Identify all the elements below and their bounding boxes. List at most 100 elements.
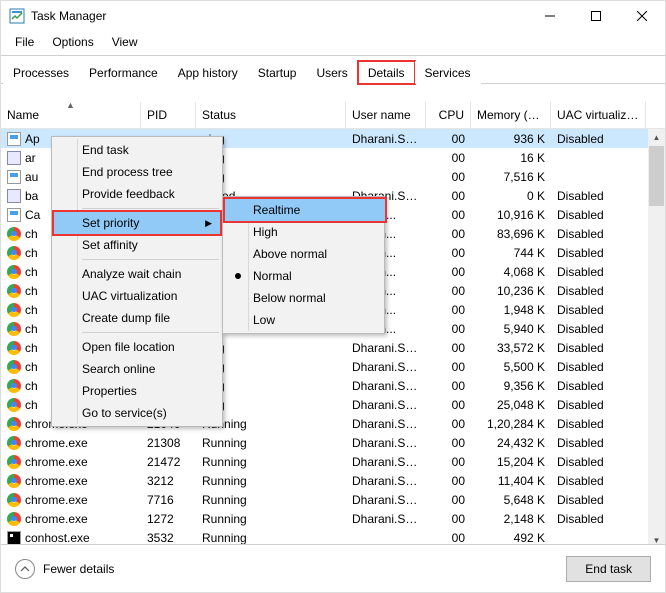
cell-cpu: 00 bbox=[426, 377, 471, 395]
chrome-icon bbox=[7, 474, 21, 488]
cell-status: Running bbox=[196, 472, 346, 490]
chrome-icon bbox=[7, 341, 21, 355]
priority-high[interactable]: High bbox=[225, 221, 385, 243]
header-uac[interactable]: UAC virtualizat... bbox=[551, 102, 646, 128]
ctx-uac-virtualization[interactable]: UAC virtualization bbox=[54, 285, 220, 307]
priority-realtime[interactable]: Realtime bbox=[225, 199, 385, 221]
menu-file[interactable]: File bbox=[7, 33, 42, 51]
cell-cpu: 00 bbox=[426, 168, 471, 186]
chrome-icon bbox=[7, 417, 21, 431]
app-icon bbox=[7, 189, 21, 203]
cell-cpu: 00 bbox=[426, 130, 471, 148]
cell-uac: Disabled bbox=[551, 434, 646, 452]
header-user[interactable]: User name bbox=[346, 102, 426, 128]
priority-below-normal[interactable]: Below normal bbox=[225, 287, 385, 309]
cell-cpu: 00 bbox=[426, 472, 471, 490]
table-row[interactable]: chrome.exe21308RunningDharani.Sh...0024,… bbox=[1, 433, 665, 452]
cell-cpu: 00 bbox=[426, 320, 471, 338]
tab-performance[interactable]: Performance bbox=[79, 61, 168, 84]
chrome-icon bbox=[7, 493, 21, 507]
cell-uac: Disabled bbox=[551, 415, 646, 433]
task-manager-icon bbox=[9, 8, 25, 24]
ctx-end-process-tree[interactable]: End process tree bbox=[54, 161, 220, 183]
vertical-scrollbar[interactable]: ▲ ▼ bbox=[648, 129, 665, 549]
tabs: ProcessesPerformanceApp historyStartupUs… bbox=[1, 60, 665, 84]
cell-pid: 3212 bbox=[141, 472, 196, 490]
tab-processes[interactable]: Processes bbox=[3, 61, 79, 84]
minimize-button[interactable] bbox=[527, 1, 573, 31]
chrome-icon bbox=[7, 246, 21, 260]
ctx-set-affinity[interactable]: Set affinity bbox=[54, 234, 220, 256]
scrollbar-thumb[interactable] bbox=[649, 146, 664, 206]
priority-normal[interactable]: Normal bbox=[225, 265, 385, 287]
cell-uac: Disabled bbox=[551, 510, 646, 528]
cell-memory: 33,572 K bbox=[471, 339, 551, 357]
chrome-icon bbox=[7, 227, 21, 241]
ctx-end-task[interactable]: End task bbox=[54, 139, 220, 161]
tab-startup[interactable]: Startup bbox=[248, 61, 307, 84]
scroll-up-icon[interactable]: ▲ bbox=[648, 129, 665, 146]
tab-users[interactable]: Users bbox=[306, 61, 357, 84]
cell-uac: Disabled bbox=[551, 187, 646, 205]
bottom-bar: Fewer details End task bbox=[1, 544, 665, 592]
cell-cpu: 00 bbox=[426, 510, 471, 528]
ctx-provide-feedback[interactable]: Provide feedback bbox=[54, 183, 220, 205]
radio-selected-icon bbox=[235, 273, 241, 279]
maximize-button[interactable] bbox=[573, 1, 619, 31]
ctx-properties[interactable]: Properties bbox=[54, 380, 220, 402]
table-row[interactable]: chrome.exe1272RunningDharani.Sh...002,14… bbox=[1, 509, 665, 528]
header-memory[interactable]: Memory (a... bbox=[471, 102, 551, 128]
table-row[interactable]: chrome.exe7716RunningDharani.Sh...005,64… bbox=[1, 490, 665, 509]
cell-uac bbox=[551, 175, 646, 179]
cell-cpu: 00 bbox=[426, 396, 471, 414]
cell-user bbox=[346, 175, 426, 179]
window-controls bbox=[527, 1, 665, 31]
cell-cpu: 00 bbox=[426, 339, 471, 357]
tab-app-history[interactable]: App history bbox=[168, 61, 248, 84]
ctx-create-dump-file[interactable]: Create dump file bbox=[54, 307, 220, 329]
table-row[interactable]: chrome.exe21472RunningDharani.Sh...0015,… bbox=[1, 452, 665, 471]
cell-uac: Disabled bbox=[551, 225, 646, 243]
app-icon bbox=[7, 132, 21, 146]
cell-uac: Disabled bbox=[551, 244, 646, 262]
cell-memory: 10,916 K bbox=[471, 206, 551, 224]
table-row[interactable]: chrome.exe3212RunningDharani.Sh...0011,4… bbox=[1, 471, 665, 490]
close-button[interactable] bbox=[619, 1, 665, 31]
end-task-button[interactable]: End task bbox=[566, 556, 651, 582]
tab-details[interactable]: Details bbox=[358, 61, 415, 84]
menu-view[interactable]: View bbox=[104, 33, 146, 51]
priority-above-normal[interactable]: Above normal bbox=[225, 243, 385, 265]
ctx-go-to-services[interactable]: Go to service(s) bbox=[54, 402, 220, 424]
chevron-up-icon bbox=[15, 559, 35, 579]
ctx-open-file-location[interactable]: Open file location bbox=[54, 336, 220, 358]
cell-uac: Disabled bbox=[551, 453, 646, 471]
header-pid[interactable]: PID bbox=[141, 102, 196, 128]
cell-name: chrome.exe bbox=[1, 491, 141, 509]
cell-uac: Disabled bbox=[551, 377, 646, 395]
header-name[interactable]: ▲Name bbox=[1, 102, 141, 128]
cell-user bbox=[346, 536, 426, 540]
cell-cpu: 00 bbox=[426, 358, 471, 376]
ctx-search-online[interactable]: Search online bbox=[54, 358, 220, 380]
header-cpu[interactable]: CPU bbox=[426, 102, 471, 128]
cell-uac: Disabled bbox=[551, 491, 646, 509]
menu-options[interactable]: Options bbox=[44, 33, 101, 51]
cell-name: chrome.exe bbox=[1, 453, 141, 471]
cell-cpu: 00 bbox=[426, 434, 471, 452]
titlebar: Task Manager bbox=[1, 1, 665, 31]
cell-uac bbox=[551, 536, 646, 540]
chrome-icon bbox=[7, 379, 21, 393]
chevron-right-icon: ▶ bbox=[205, 218, 212, 229]
app-icon bbox=[7, 208, 21, 222]
ctx-analyze-wait-chain[interactable]: Analyze wait chain bbox=[54, 263, 220, 285]
cell-uac: Disabled bbox=[551, 130, 646, 148]
header-status[interactable]: Status bbox=[196, 102, 346, 128]
fewer-details-button[interactable]: Fewer details bbox=[15, 559, 114, 579]
tab-services[interactable]: Services bbox=[415, 61, 481, 84]
cell-user bbox=[346, 156, 426, 160]
ctx-set-priority[interactable]: Set priority▶ bbox=[54, 212, 220, 234]
cell-status: Running bbox=[196, 434, 346, 452]
priority-low[interactable]: Low bbox=[225, 309, 385, 331]
cell-memory: 9,356 K bbox=[471, 377, 551, 395]
cell-memory: 16 K bbox=[471, 149, 551, 167]
